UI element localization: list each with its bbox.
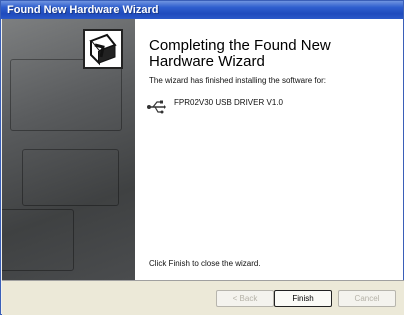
window-title: Found New Hardware Wizard xyxy=(1,1,403,19)
page-title: Completing the Found New Hardware Wizard xyxy=(149,37,331,70)
button-bar: < Back Finish Cancel xyxy=(2,280,404,315)
finish-button[interactable]: Finish xyxy=(274,290,332,307)
usb-icon xyxy=(146,98,166,116)
finish-hint: Click Finish to close the wizard. xyxy=(149,259,261,268)
back-button[interactable]: < Back xyxy=(216,290,274,307)
hardware-wizard-icon xyxy=(83,29,123,69)
cancel-button[interactable]: Cancel xyxy=(338,290,396,307)
wizard-window: Found New Hardware Wizard Completing the… xyxy=(0,0,404,315)
status-text: The wizard has finished installing the s… xyxy=(149,76,326,85)
device-name: FPR02V30 USB DRIVER V1.0 xyxy=(174,98,283,107)
